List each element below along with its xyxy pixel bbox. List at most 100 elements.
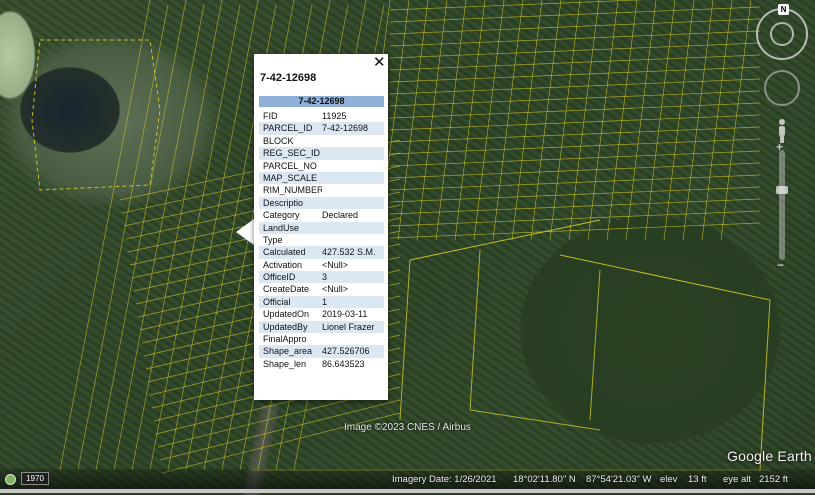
attribute-row: OfficeID 3: [259, 271, 384, 284]
attribute-value: [322, 333, 384, 345]
parcel-line: [416, 0, 448, 241]
parcel-line: [589, 269, 601, 421]
attribute-value: [322, 222, 384, 234]
attribute-value: [322, 172, 384, 184]
parcel-line: [568, 0, 600, 241]
parcel-line: [389, 174, 761, 191]
parcel-line: [682, 0, 714, 241]
attribute-row: LandUse: [259, 221, 384, 234]
parcel-line: [389, 0, 646, 11]
parcel-line: [95, 0, 187, 471]
parcel-line: [492, 0, 524, 241]
attribute-value: 427.526706: [322, 346, 370, 357]
parcel-line: [389, 138, 761, 155]
attribute-table: FID 11925 PARCEL_ID 7-42-12698 BLOCK REG_SEC_…: [259, 110, 384, 370]
attribute-row: BLOCK: [259, 135, 384, 147]
parcel-line: [389, 18, 761, 35]
window-bottom-edge: [0, 489, 815, 493]
attribute-value: Lionel Frazer: [322, 321, 375, 332]
attribute-row: Descriptio: [259, 196, 384, 210]
look-joystick-icon[interactable]: [764, 70, 800, 106]
google-earth-logo: Google Earth: [727, 448, 812, 464]
attribute-key: Shape_area: [263, 346, 313, 357]
attribute-value: [322, 234, 384, 246]
imagery-credit: Image ©2023 CNES / Airbus: [344, 422, 471, 433]
attribute-row: Activation <Null>: [259, 259, 384, 271]
lake-boundary: [31, 39, 161, 191]
parcel-line: [59, 0, 151, 471]
attribute-value: 7-42-12698: [322, 123, 369, 134]
parcel-line: [77, 4, 169, 471]
attribute-key: MAP_SCALE: [263, 172, 318, 183]
parcel-line: [389, 126, 761, 143]
parcel-line: [473, 0, 505, 241]
parcel-info-popup: 7-42-12698 ✕ 7-42-12698 FID 11925 PARCEL_I…: [254, 54, 388, 400]
north-button[interactable]: N: [778, 4, 789, 15]
attribute-value: [322, 197, 384, 209]
attribute-key: OfficeID: [263, 272, 296, 283]
attribute-value: 11925: [322, 111, 347, 121]
popup-title: 7-42-12698: [260, 72, 317, 84]
attribute-key: FinalAppro: [263, 334, 307, 345]
eye-altitude-value: 2152 ft: [759, 474, 789, 485]
zoom-out-icon[interactable]: −: [777, 258, 784, 272]
parcel-line: [663, 0, 695, 241]
parcel-line: [530, 0, 562, 241]
parcel-line: [454, 0, 486, 241]
parcel-line: [389, 102, 761, 119]
parcel-line: [644, 0, 676, 241]
parcel-boundaries-layer: [31, 0, 771, 474]
attribute-value: Declared: [322, 210, 359, 221]
attribute-value: 427.532 S.M.: [322, 247, 376, 258]
attribute-row: PARCEL_ID 7-42-12698: [259, 122, 384, 135]
historical-year-badge[interactable]: 1970: [21, 472, 49, 485]
attribute-row: MAP_SCALE: [259, 171, 384, 185]
attribute-value: 3: [322, 272, 328, 283]
parcel-line: [435, 0, 467, 241]
attribute-key: Category: [263, 210, 300, 221]
attribute-key: UpdatedBy: [263, 321, 308, 332]
attribute-row: FinalAppro: [259, 333, 384, 345]
historical-imagery-icon[interactable]: [5, 474, 16, 485]
compass-center[interactable]: [770, 22, 794, 46]
attribute-value: [322, 147, 384, 159]
parcel-line: [389, 90, 761, 107]
latitude-readout: 18°02'11.80" N: [513, 474, 576, 485]
attribute-value: <Null>: [322, 259, 349, 270]
attribute-key: Calculated: [263, 247, 306, 258]
parcel-line: [511, 0, 543, 241]
parcel-line: [113, 4, 205, 471]
compass-ring-icon[interactable]: [756, 8, 808, 60]
attribute-value: [322, 184, 384, 196]
attribute-key: Descriptio: [263, 197, 304, 208]
attribute-row: Type: [259, 234, 384, 246]
close-icon[interactable]: ✕: [373, 55, 386, 70]
eye-altitude-label: eye alt: [723, 474, 751, 485]
zoom-slider-handle[interactable]: [776, 186, 788, 194]
attribute-row: REG_SEC_ID: [259, 147, 384, 160]
parcel-line: [559, 254, 771, 301]
popup-table-header: 7-42-12698: [259, 96, 384, 107]
parcel-line: [389, 78, 761, 95]
parcel-line: [389, 198, 761, 215]
zoom-slider[interactable]: [779, 150, 785, 260]
parcel-line: [409, 219, 601, 261]
attribute-key: LandUse: [263, 222, 300, 233]
attribute-value: [322, 135, 384, 147]
parcel-line: [389, 150, 761, 167]
parcel-line: [397, 0, 429, 241]
attribute-row: Category Declared: [259, 209, 384, 221]
attribute-key: PARCEL_NO: [263, 160, 317, 171]
popup-pointer: [236, 219, 254, 245]
attribute-row: Shape_area 427.526706: [259, 345, 384, 358]
attribute-key: RIM_NUMBER: [263, 185, 322, 196]
parcel-line: [389, 30, 761, 47]
attribute-row: PARCEL_NO: [259, 160, 384, 172]
attribute-value: [322, 160, 384, 172]
parcel-line: [389, 66, 761, 83]
attribute-key: REG_SEC_ID: [263, 148, 321, 159]
parcel-line: [549, 0, 581, 241]
attribute-key: BLOCK: [263, 135, 294, 146]
attribute-value: <Null>: [322, 284, 349, 295]
attribute-key: PARCEL_ID: [263, 123, 313, 134]
